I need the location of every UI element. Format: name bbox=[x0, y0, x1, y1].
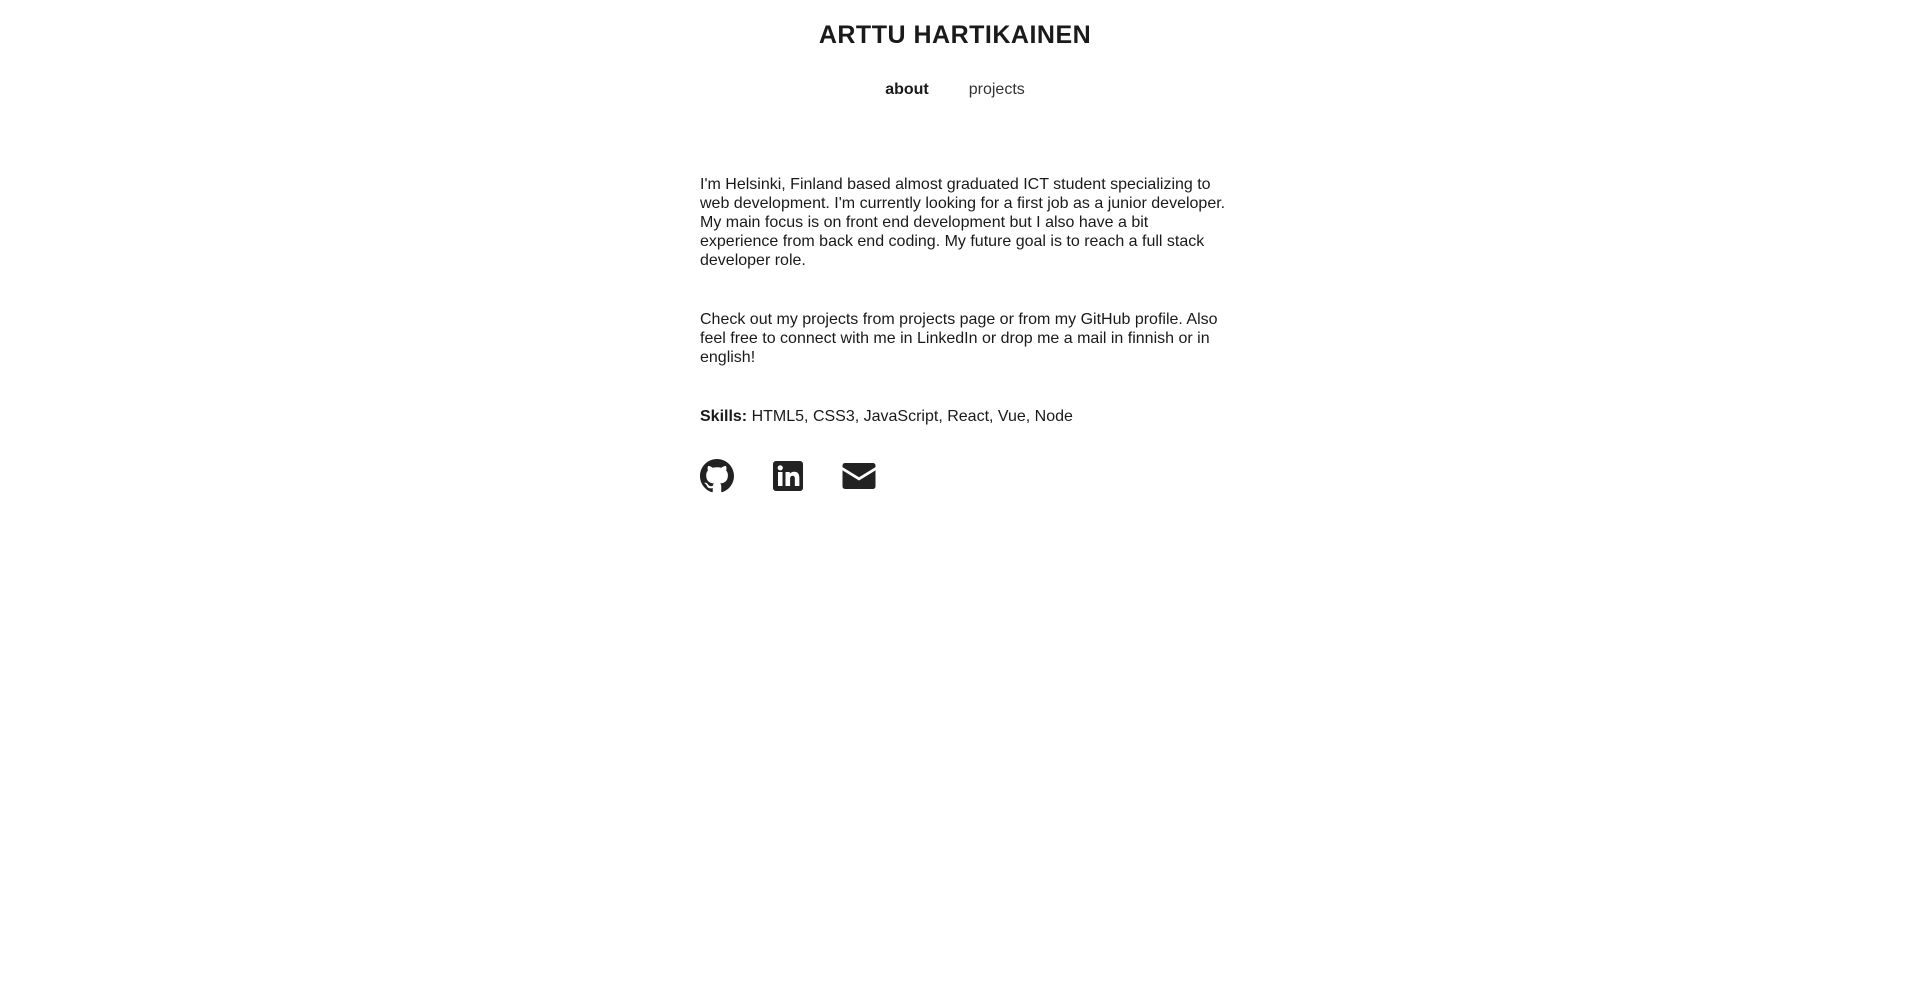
social-links bbox=[700, 459, 1230, 493]
site-header: ARTTU HARTIKAINEN about projects bbox=[0, 0, 1910, 100]
intro-paragraph: I'm Helsinki, Finland based almost gradu… bbox=[700, 176, 1226, 269]
page: ARTTU HARTIKAINEN about projects I'm Hel… bbox=[0, 0, 1910, 992]
linkedin-icon bbox=[772, 460, 804, 492]
skills-line: Skills: HTML5, CSS3, JavaScript, React, … bbox=[700, 407, 1230, 426]
site-title: ARTTU HARTIKAINEN bbox=[818, 21, 1092, 49]
skills-label: Skills: bbox=[700, 408, 748, 425]
nav-item-projects[interactable]: projects bbox=[969, 80, 1025, 100]
main-nav: about projects bbox=[0, 80, 1910, 100]
github-icon bbox=[700, 459, 734, 493]
skills-value: HTML5, CSS3, JavaScript, React, Vue, Nod… bbox=[751, 408, 1073, 425]
linkedin-link[interactable] bbox=[772, 460, 804, 492]
cta-paragraph: Check out my projects from projects page… bbox=[700, 311, 1218, 366]
nav-item-about[interactable]: about bbox=[885, 80, 929, 100]
github-link[interactable] bbox=[700, 459, 734, 493]
about-section: I'm Helsinki, Finland based almost gradu… bbox=[700, 175, 1230, 493]
mail-icon bbox=[842, 462, 876, 490]
mail-link[interactable] bbox=[842, 462, 876, 490]
